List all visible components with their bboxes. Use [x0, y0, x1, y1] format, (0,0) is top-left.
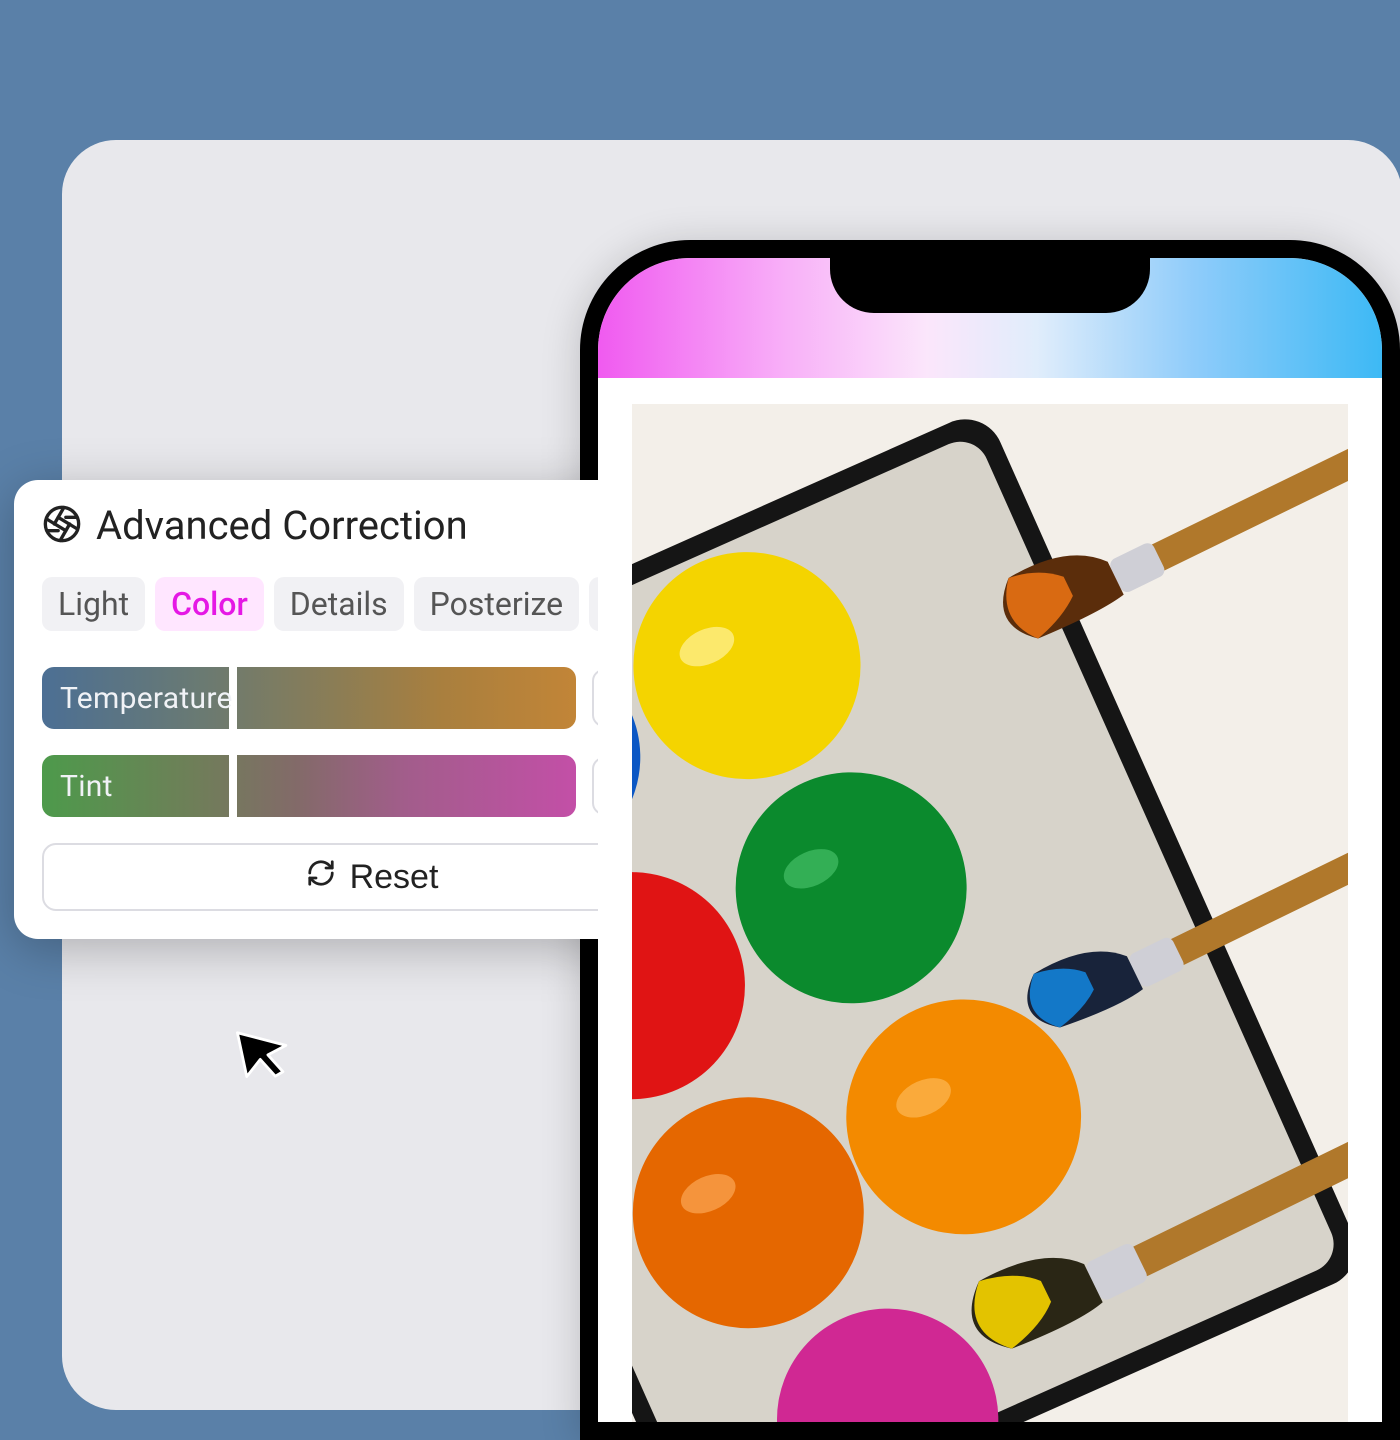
refresh-icon [306, 858, 336, 897]
phone-notch [830, 258, 1150, 313]
temperature-slider[interactable]: Temperature [42, 667, 576, 729]
panel-title: Advanced Correction [96, 502, 652, 549]
reset-label: Reset [350, 858, 439, 897]
cursor-icon [236, 1022, 292, 1078]
tab-posterize[interactable]: Posterize [414, 577, 579, 631]
tint-label: Tint [42, 769, 113, 804]
temperature-label: Temperature [42, 681, 233, 716]
phone-device-frame [580, 240, 1400, 1440]
tab-color[interactable]: Color [155, 577, 264, 631]
tab-light[interactable]: Light [42, 577, 145, 631]
edited-image-preview [632, 404, 1348, 1424]
tint-slider[interactable]: Tint [42, 755, 576, 817]
tab-details[interactable]: Details [274, 577, 404, 631]
settings-aperture-icon [42, 504, 82, 548]
tint-slider-handle[interactable] [229, 755, 237, 817]
